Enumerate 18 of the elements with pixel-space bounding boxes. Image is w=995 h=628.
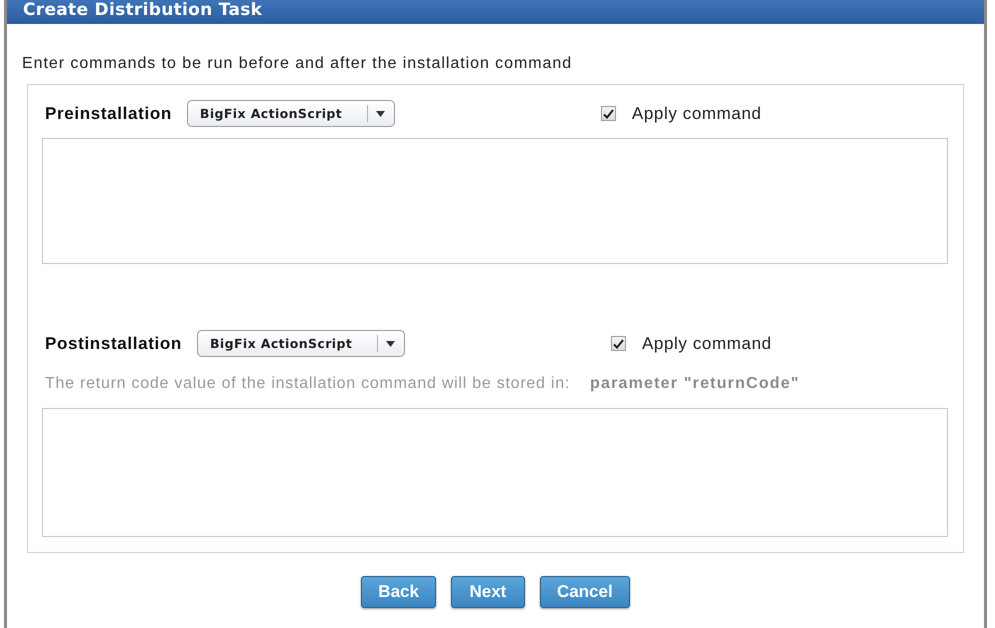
section-label: Preinstallation: [45, 104, 172, 124]
caret-icon: [386, 340, 395, 346]
check-icon: [612, 338, 624, 348]
command-field[interactable]: [42, 138, 948, 264]
command-field[interactable]: [42, 408, 948, 537]
check-icon: [602, 108, 614, 118]
return-code-parameter: parameter "returnCode": [590, 375, 800, 393]
return-code-note: The return code value of the installation command will be stored in:: [45, 375, 570, 393]
caret-icon: [376, 110, 385, 116]
apply-command-checkbox[interactable]: [610, 336, 626, 351]
window-title: Create Distribution Task: [23, 0, 262, 20]
apply-command-label[interactable]: Apply command: [642, 334, 772, 354]
script-type-dropdown[interactable]: BigFix ActionScript: [186, 100, 395, 127]
script-type-dropdown[interactable]: BigFix ActionScript: [196, 330, 405, 357]
apply-command-checkbox[interactable]: [600, 106, 616, 121]
section-label: Postinstallation: [45, 334, 182, 354]
intro-text: Enter commands to be run before and after the installation command: [22, 55, 574, 73]
apply-command-label[interactable]: Apply command: [632, 104, 762, 124]
